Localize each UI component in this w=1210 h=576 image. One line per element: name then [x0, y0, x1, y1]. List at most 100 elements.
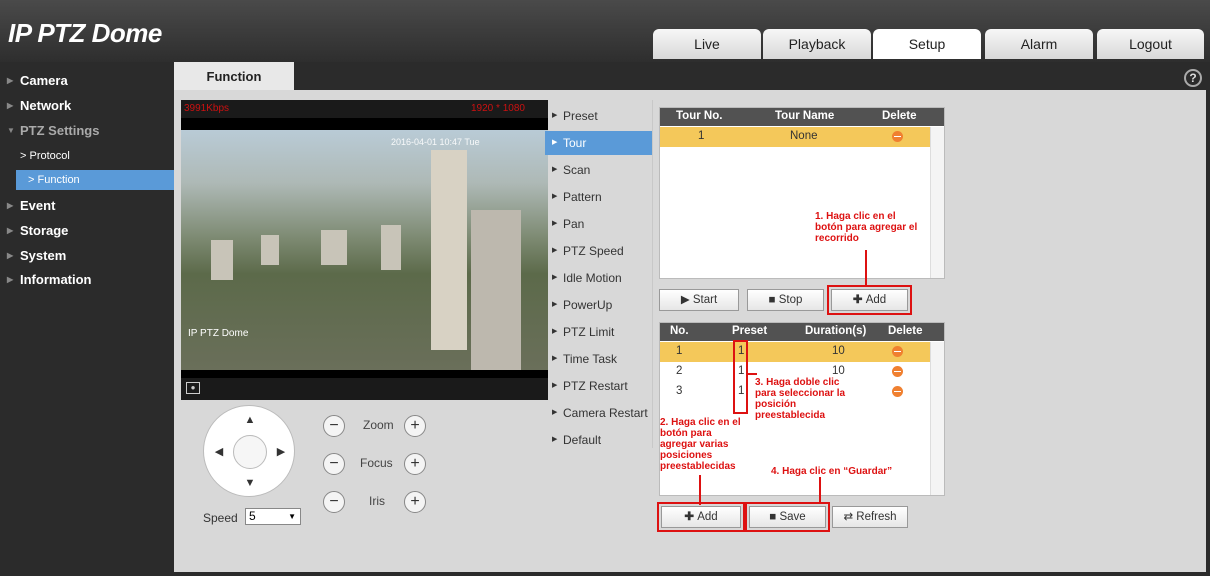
sidebar-item-event[interactable]: ▶ Event: [0, 195, 174, 217]
bullet-icon: ▶: [552, 436, 558, 443]
sidebar-subitem-protocol[interactable]: > Protocol: [0, 146, 174, 166]
arrow-up-icon[interactable]: ▲: [244, 414, 256, 426]
sidebar-item-label: PTZ Settings: [20, 123, 100, 138]
callout-line: [865, 250, 867, 286]
menu-item-powerup[interactable]: ▶ PowerUp: [545, 293, 652, 317]
chevron-right-icon: ▶: [7, 101, 14, 110]
duration-cell[interactable]: 10: [832, 345, 845, 357]
menu-item-ptz-speed[interactable]: ▶ PTZ Speed: [545, 239, 652, 263]
bullet-icon: ▶: [552, 382, 558, 389]
menu-item-tour[interactable]: ▶ Tour: [545, 131, 652, 155]
zoom-in-button[interactable]: +: [404, 415, 426, 437]
start-label: Start: [692, 294, 718, 306]
resolution-readout: 1920 * 1080: [471, 103, 525, 114]
chevron-right-icon: ▶: [7, 226, 14, 235]
tab-playback[interactable]: Playback: [763, 29, 871, 59]
arrow-left-icon[interactable]: ◀: [213, 446, 225, 458]
tab-live[interactable]: Live: [653, 29, 761, 59]
delete-icon[interactable]: [892, 346, 903, 357]
iris-open-button[interactable]: +: [404, 491, 426, 513]
building: [261, 235, 279, 265]
tour-table-scrollbar[interactable]: [930, 127, 944, 278]
preset-cell[interactable]: 1: [738, 385, 744, 397]
table-row[interactable]: 1 1 10: [660, 342, 930, 362]
sidebar-item-camera[interactable]: ▶ Camera: [0, 70, 174, 92]
add-label: Add: [697, 511, 718, 523]
iris-close-button[interactable]: −: [323, 491, 345, 513]
app-title: IP PTZ Dome: [8, 18, 162, 48]
menu-item-pan[interactable]: ▶ Pan: [545, 212, 652, 236]
menu-item-time-task[interactable]: ▶ Time Task: [545, 347, 652, 371]
annotation-1: 1. Haga clic en el botón para agregar el…: [815, 211, 918, 244]
add-tour-button[interactable]: ✚ Add: [831, 289, 908, 311]
menu-item-pattern[interactable]: ▶ Pattern: [545, 185, 652, 209]
sidebar-item-storage[interactable]: ▶ Storage: [0, 220, 174, 242]
no-cell: 1: [676, 345, 683, 357]
ptz-direction-pad[interactable]: ▲ ▼ ◀ ▶: [203, 405, 295, 497]
tab-logout[interactable]: Logout: [1097, 29, 1204, 59]
preset-cell[interactable]: 1: [738, 345, 744, 357]
table-row[interactable]: 1 None: [660, 127, 930, 147]
start-button[interactable]: ▶ Start: [659, 289, 739, 311]
bullet-icon: ▶: [552, 355, 558, 362]
stop-button[interactable]: ■ Stop: [747, 289, 824, 311]
add-preset-button[interactable]: ✚ Add: [661, 506, 741, 528]
arrow-right-icon[interactable]: ▶: [275, 446, 287, 458]
sidebar-item-information[interactable]: ▶ Information: [0, 269, 174, 291]
live-video[interactable]: 3991Kbps 1920 * 1080 2016-04-01 10:47 Tu…: [181, 100, 548, 378]
chevron-right-icon: ▶: [7, 201, 14, 210]
delete-icon[interactable]: [892, 366, 903, 377]
menu-item-idle-motion[interactable]: ▶ Idle Motion: [545, 266, 652, 290]
menu-label: Scan: [563, 163, 591, 177]
menu-item-ptz-restart[interactable]: ▶ PTZ Restart: [545, 374, 652, 398]
sidebar-item-network[interactable]: ▶ Network: [0, 95, 174, 117]
delete-icon[interactable]: [892, 386, 903, 397]
refresh-label: Refresh: [856, 511, 897, 523]
sidebar-subitem-function[interactable]: > Function: [16, 170, 174, 190]
camera-icon[interactable]: ●: [186, 382, 200, 394]
delete-icon[interactable]: [892, 131, 903, 142]
video-camera-label: IP PTZ Dome: [188, 328, 249, 339]
tab-setup[interactable]: Setup: [873, 29, 981, 59]
annotation-4: 4. Haga clic en “Guardar”: [771, 466, 893, 477]
building: [211, 240, 233, 280]
col-duration: Duration(s): [805, 325, 867, 337]
menu-label: PTZ Limit: [563, 325, 615, 339]
sidebar-item-label: Function: [37, 174, 80, 186]
callout-line: [819, 477, 821, 504]
sidebar-item-ptz-settings[interactable]: ▼ PTZ Settings: [0, 120, 174, 142]
tab-alarm[interactable]: Alarm: [985, 29, 1093, 59]
chevron-down-icon: ▼: [288, 512, 296, 521]
preset-cell[interactable]: 1: [738, 365, 744, 377]
annotation-2: 2. Haga clic en el botón para agregar va…: [660, 417, 748, 472]
menu-item-default[interactable]: ▶ Default: [545, 428, 652, 452]
play-icon: ▶: [680, 294, 693, 306]
col-no: No.: [670, 325, 689, 337]
preset-table-header: No. Preset Duration(s) Delete: [660, 323, 944, 341]
sidebar-item-label: Protocol: [29, 150, 70, 162]
speed-label: Speed: [203, 511, 238, 525]
ptz-center-button[interactable]: [233, 435, 267, 469]
focus-far-button[interactable]: +: [404, 453, 426, 475]
menu-item-scan[interactable]: ▶ Scan: [545, 158, 652, 182]
plus-icon: ✚: [684, 511, 698, 523]
page-tab-function[interactable]: Function: [174, 62, 294, 91]
zoom-out-button[interactable]: −: [323, 415, 345, 437]
menu-item-camera-restart[interactable]: ▶ Camera Restart: [545, 401, 652, 425]
save-button[interactable]: ■ Save: [749, 506, 826, 528]
arrow-down-icon[interactable]: ▼: [244, 477, 256, 489]
speed-select[interactable]: 5 ▼: [245, 508, 301, 525]
sidebar-item-system[interactable]: ▶ System: [0, 245, 174, 267]
help-icon[interactable]: ?: [1184, 69, 1202, 87]
tour-table: Tour No. Tour Name Delete 1 None: [659, 107, 945, 279]
sidebar-item-label: System: [20, 248, 67, 263]
menu-item-ptz-limit[interactable]: ▶ PTZ Limit: [545, 320, 652, 344]
bullet-icon: ▶: [552, 193, 558, 200]
sidebar-item-label: Camera: [20, 73, 68, 88]
menu-item-preset[interactable]: ▶ Preset: [545, 104, 652, 128]
focus-label: Focus: [360, 456, 393, 470]
focus-near-button[interactable]: −: [323, 453, 345, 475]
refresh-button[interactable]: ⇄ Refresh: [832, 506, 908, 528]
preset-table-scrollbar[interactable]: [930, 342, 944, 495]
bullet-icon: ▶: [552, 220, 558, 227]
